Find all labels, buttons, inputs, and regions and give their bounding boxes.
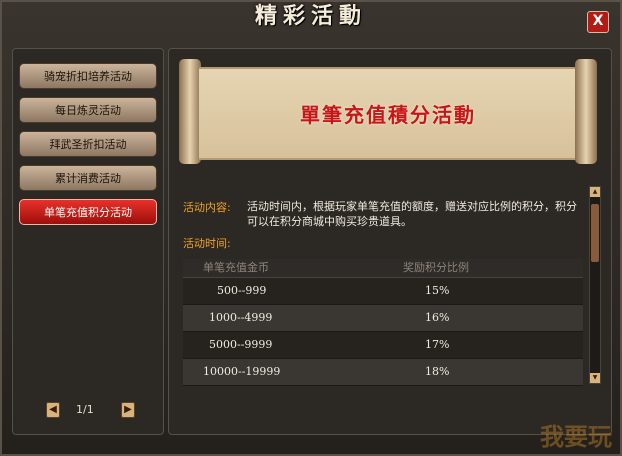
sidebar-item-mount-discount[interactable]: 骑宠折扣培养活动 xyxy=(19,63,157,89)
next-page-button[interactable]: ▶ xyxy=(121,402,135,418)
page-indicator: 1/1 xyxy=(76,403,94,416)
reward-table: 单笔充值金币 奖励积分比例 500--999 15% 1000--4999 16… xyxy=(183,259,583,386)
activity-banner: 單筆充值積分活動 xyxy=(179,59,597,164)
recharge-range: 500--999 xyxy=(217,284,267,297)
header-recharge: 单笔充值金币 xyxy=(203,261,269,274)
recharge-range: 10000--19999 xyxy=(203,365,281,378)
scrollbar-thumb[interactable] xyxy=(591,204,599,262)
sidebar-item-daily-refine[interactable]: 每日炼灵活动 xyxy=(19,97,157,123)
activity-window: 精彩活動 X 骑宠折扣培养活动 每日炼灵活动 拜武圣折扣活动 累计消费活动 单笔… xyxy=(0,0,622,456)
scroll-up-icon[interactable]: ▲ xyxy=(590,187,600,197)
sidebar: 骑宠折扣培养活动 每日炼灵活动 拜武圣折扣活动 累计消费活动 单笔充值积分活动 … xyxy=(12,48,164,435)
sidebar-item-martial-discount[interactable]: 拜武圣折扣活动 xyxy=(19,131,157,157)
window-title: 精彩活動 xyxy=(254,4,367,29)
banner-paper: 單筆充值積分活動 xyxy=(199,67,577,160)
close-button[interactable]: X xyxy=(587,11,609,33)
sidebar-item-single-recharge-points[interactable]: 单笔充值积分活动 xyxy=(19,199,157,225)
banner-title: 單筆充值積分活動 xyxy=(300,103,476,127)
reward-ratio: 18% xyxy=(425,365,450,378)
recharge-range: 5000--9999 xyxy=(209,338,273,351)
pager: ◀ 1/1 ▶ xyxy=(13,400,163,420)
site-watermark: 我要玩 xyxy=(540,423,612,451)
scroll-right-roller xyxy=(575,59,597,164)
reward-ratio: 15% xyxy=(425,284,450,297)
table-row: 500--999 15% xyxy=(183,278,583,305)
scroll-down-icon[interactable]: ▼ xyxy=(590,373,600,383)
table-row: 10000--19999 18% xyxy=(183,359,583,386)
main-panel: 單筆充值積分活動 活动内容: 活动时间内，根据玩家单笔充值的额度，赠送对应比例的… xyxy=(168,48,612,435)
reward-ratio: 17% xyxy=(425,338,450,351)
scroll-left-roller xyxy=(179,59,201,164)
content-text: 活动时间内，根据玩家单笔充值的额度，赠送对应比例的积分，积分可以在积分商城中购买… xyxy=(247,200,577,228)
table-header: 单笔充值金币 奖励积分比例 xyxy=(183,259,583,278)
recharge-range: 1000--4999 xyxy=(209,311,273,324)
table-row: 5000--9999 17% xyxy=(183,332,583,359)
prev-page-button[interactable]: ◀ xyxy=(46,402,60,418)
table-row: 1000--4999 16% xyxy=(183,305,583,332)
sidebar-item-total-consumption[interactable]: 累计消费活动 xyxy=(19,165,157,191)
header-ratio: 奖励积分比例 xyxy=(403,261,469,274)
reward-ratio: 16% xyxy=(425,311,450,324)
content-scrollbar[interactable]: ▲ ▼ xyxy=(589,186,601,384)
content-label: 活动内容: xyxy=(183,201,231,214)
time-label: 活动时间: xyxy=(183,237,231,250)
